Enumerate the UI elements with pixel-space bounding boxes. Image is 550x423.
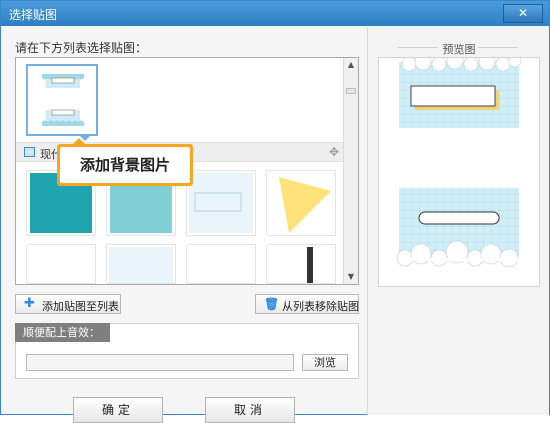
title-bar: 选择贴图 ✕ (1, 1, 549, 26)
scroll-up-icon[interactable]: ▲ (344, 58, 358, 72)
music-note-icon: ♪ (96, 320, 108, 341)
move-icon[interactable]: ✥ (329, 145, 339, 159)
instruction-label: 请在下方列表选择贴图： (15, 41, 148, 55)
preview-title: 预览图 (442, 43, 476, 56)
sound-path-field[interactable] (26, 354, 294, 371)
preview-panel: 预览图 (367, 27, 549, 415)
left-panel: 请在下方列表选择贴图： 现代东 ✥ (1, 27, 367, 423)
remove-sticker-label: 从列表移除贴图 (282, 300, 359, 313)
close-icon: ✕ (517, 6, 529, 20)
trash-icon: 🗑 (264, 297, 280, 311)
dialog-window: 选择贴图 ✕ 请在下方列表选择贴图： 现代东 ✥ (0, 0, 550, 423)
preview-image (378, 57, 540, 287)
tooltip: 添加背景图片 (57, 138, 193, 186)
close-button[interactable]: ✕ (503, 4, 543, 23)
list-scrollbar[interactable]: ▲ ▼ (343, 58, 358, 284)
divider (478, 47, 518, 48)
tooltip-arrow (73, 138, 85, 144)
image-icon (24, 147, 35, 157)
ok-button[interactable]: 确定 (73, 397, 163, 423)
browse-button[interactable]: 浏览 (302, 354, 348, 371)
window-title: 选择贴图 (9, 8, 58, 22)
sticker-thumb[interactable] (266, 170, 336, 236)
sticker-thumb[interactable] (186, 244, 256, 284)
remove-sticker-button[interactable]: 🗑 从列表移除贴图 (255, 294, 359, 314)
tooltip-text: 添加背景图片 (60, 147, 190, 183)
sticker-thumb[interactable] (186, 170, 256, 236)
add-sticker-label: 添加贴图至列表 (42, 300, 119, 313)
plus-icon: ✚ (24, 296, 35, 311)
cancel-button[interactable]: 取消 (205, 397, 295, 423)
sticker-thumb[interactable] (26, 244, 96, 284)
sound-effect-panel: 顺便配上音效： ♪ 浏览 (15, 320, 359, 379)
sticker-thumb[interactable] (106, 244, 176, 284)
sticker-thumb-selected[interactable] (26, 64, 98, 136)
add-sticker-button[interactable]: ✚ 添加贴图至列表 (15, 294, 121, 314)
scroll-down-icon[interactable]: ▼ (344, 270, 358, 284)
scroll-thumb[interactable] (346, 88, 356, 94)
sticker-thumb[interactable] (266, 244, 336, 284)
